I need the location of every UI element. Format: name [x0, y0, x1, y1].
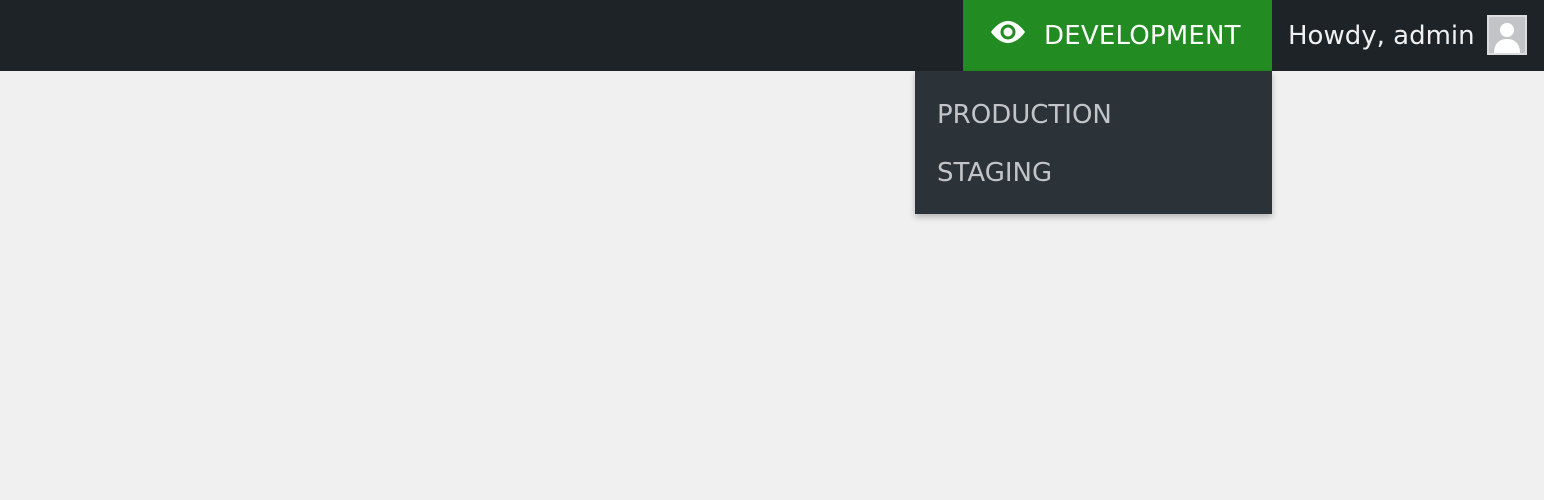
eye-icon	[991, 21, 1025, 43]
menu-item-production[interactable]: PRODUCTION	[937, 99, 1112, 131]
environment-switcher-button[interactable]: DEVELOPMENT	[963, 0, 1272, 71]
admin-bar: DEVELOPMENT Howdy, admin	[0, 0, 1544, 71]
page-content	[0, 71, 1544, 500]
user-avatar-icon[interactable]	[1487, 15, 1527, 55]
environment-dropdown-menu: PRODUCTION STAGING	[915, 71, 1272, 214]
user-silhouette-icon	[1494, 23, 1520, 53]
menu-item-staging[interactable]: STAGING	[937, 157, 1052, 189]
environment-label: DEVELOPMENT	[1044, 21, 1241, 51]
account-menu[interactable]: Howdy, admin	[1272, 0, 1544, 71]
greeting-text: Howdy, admin	[1288, 21, 1475, 51]
